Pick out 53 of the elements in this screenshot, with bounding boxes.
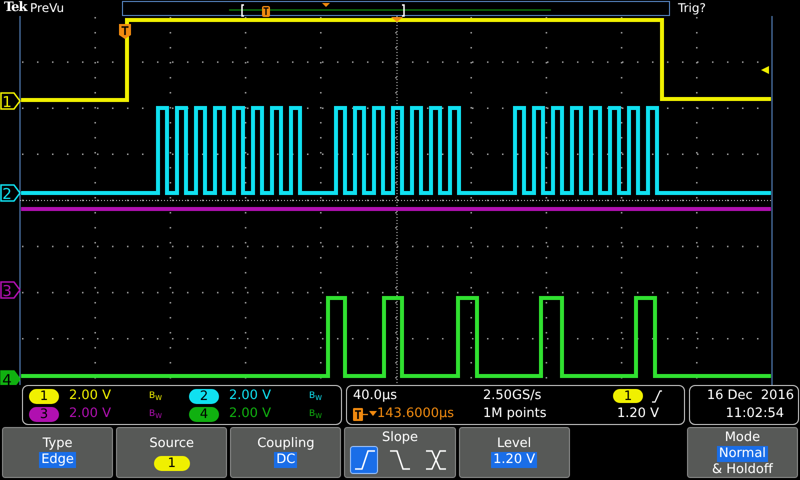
- softkey-label: Slope: [382, 430, 418, 446]
- channel-marker[interactable]: 2: [0, 184, 21, 203]
- softkey-label: Level: [496, 436, 532, 452]
- softkey-value: Normal: [716, 446, 768, 462]
- channel-marker[interactable]: 1: [0, 92, 21, 111]
- channel-marker[interactable]: 3: [0, 281, 21, 300]
- softkey-button[interactable]: Mode Normal & Holdoff: [686, 427, 798, 478]
- softkey-button[interactable]: Level 1.20 V: [458, 427, 570, 478]
- brand-logo: Tek: [3, 0, 28, 16]
- bandwidth-limit-indicator: B$_{W}$: [309, 390, 323, 404]
- channel-scale: 2.00 V: [229, 405, 272, 423]
- expansion-point-icon: [322, 2, 330, 7]
- softkey-button[interactable]: Coupling DC: [230, 427, 342, 478]
- trigger-status: Trig?: [677, 0, 706, 16]
- channel-badge[interactable]: 4: [189, 406, 219, 422]
- softkey-label: Type: [42, 436, 72, 452]
- trigger-position-icon: [119, 24, 131, 39]
- horizontal-scale: 40.0µs: [353, 387, 398, 405]
- rising-edge-icon: [651, 390, 663, 402]
- bandwidth-limit-indicator: B$_{W}$: [309, 408, 323, 422]
- channel-scale: 2.00 V: [69, 387, 112, 405]
- channel-marker[interactable]: 4: [0, 370, 21, 385]
- trigger-point-icon: [391, 17, 403, 22]
- softkey-label: Mode: [724, 430, 760, 446]
- softkey-value: 1: [154, 456, 190, 471]
- date-text: 16 Dec 2016: [706, 387, 794, 405]
- softkey-button[interactable]: Type Edge: [2, 427, 114, 478]
- softkey-value: DC: [274, 452, 298, 468]
- slope-option[interactable]: [350, 446, 378, 474]
- trigger-level-icon: [761, 66, 769, 74]
- softkey-button[interactable]: Source 1: [116, 427, 228, 478]
- channel-badge[interactable]: 3: [29, 406, 59, 422]
- softkey-button[interactable]: Slope: [344, 427, 456, 478]
- trigger-level: 1.20 V: [616, 405, 660, 423]
- channel-badge[interactable]: 1: [29, 388, 59, 404]
- channel-badge[interactable]: 2: [189, 388, 219, 404]
- softkey-value: 1.20 V: [491, 452, 538, 468]
- trigger-position: 143.6000µs: [377, 405, 454, 423]
- channel-scale: 2.00 V: [69, 405, 112, 423]
- bandwidth-limit-indicator: B$_{W}$: [149, 390, 163, 404]
- trigger-marker-icon: [262, 6, 270, 17]
- channel-scale: 2.00 V: [229, 387, 272, 405]
- sample-rate: 2.50GS/s: [483, 387, 542, 405]
- trigger-offset-icon: [353, 408, 377, 420]
- record-length: 1M points: [483, 405, 548, 423]
- acquisition-status: PreVu: [30, 0, 66, 16]
- softkey-label: Coupling: [257, 436, 314, 452]
- bandwidth-limit-indicator: B$_{W}$: [149, 408, 163, 422]
- softkey-label: Source: [149, 436, 194, 452]
- softkey-value: Edge: [39, 452, 76, 468]
- time-text: 11:02:54: [726, 405, 784, 423]
- trigger-source-badge: 1: [613, 389, 643, 403]
- softkey-note: & Holdoff: [712, 462, 773, 478]
